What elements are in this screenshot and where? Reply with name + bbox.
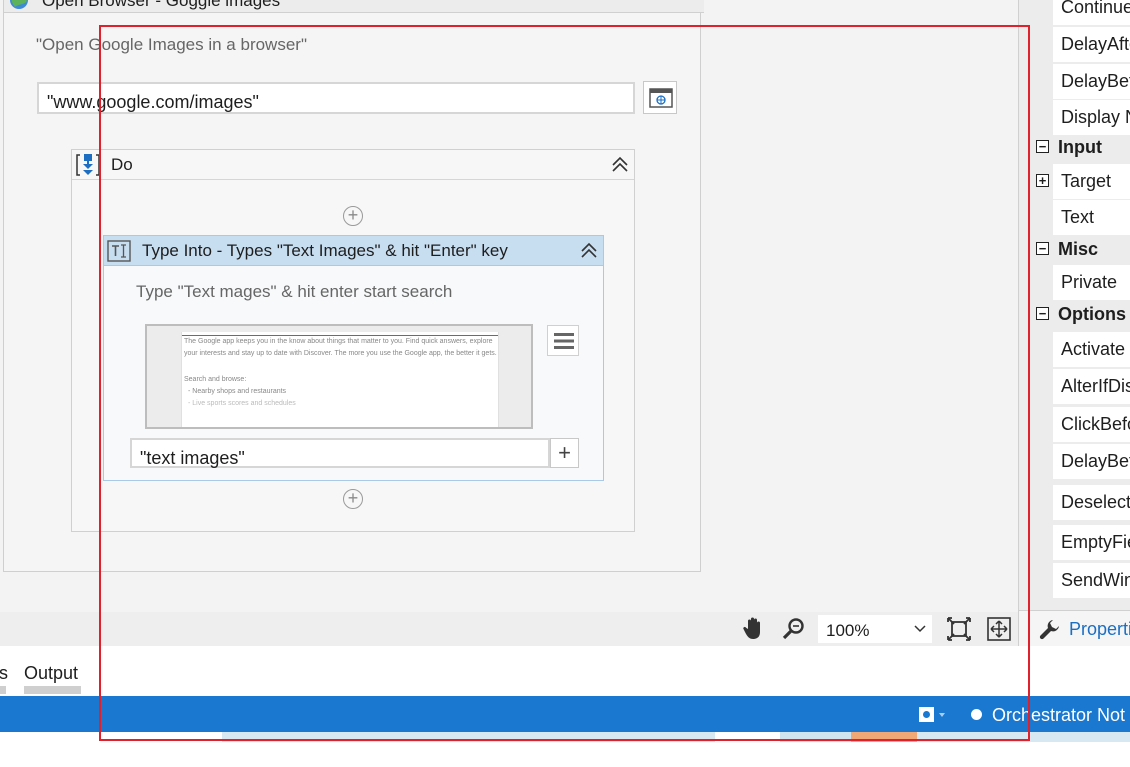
category-misc[interactable]: − Misc: [1019, 234, 1130, 266]
do-title: Do: [111, 155, 133, 174]
overview-icon[interactable]: [987, 617, 1011, 641]
url-value: "www.google.com/images": [47, 92, 259, 112]
url-input[interactable]: "www.google.com/images": [37, 82, 635, 114]
property-send-window-messages[interactable]: SendWindowMessages: [1053, 563, 1130, 599]
property-deselect[interactable]: Deselect: [1053, 485, 1130, 521]
collapse-icon[interactable]: [580, 242, 598, 260]
property-alter-if-disabled[interactable]: AlterIfDisabled: [1053, 369, 1130, 405]
hamburger-menu-icon: [554, 333, 574, 349]
type-into-annotation: Type "Text mages" & hit enter start sear…: [136, 282, 453, 301]
type-into-icon: [107, 240, 131, 262]
preview-line: Search and browse:: [184, 376, 247, 383]
properties-tab[interactable]: Properties: [1019, 610, 1130, 646]
browser-window-icon: [649, 88, 673, 108]
orchestrator-status-dot-icon: [971, 709, 982, 720]
text-input[interactable]: "text images": [130, 438, 550, 468]
preview-line: - Nearby shops and restaurants: [188, 388, 287, 395]
taskbar-segment: [917, 732, 1130, 742]
preview-line: - Live sports scores and schedules: [188, 400, 296, 407]
property-empty-field[interactable]: EmptyField: [1053, 525, 1130, 561]
globe-icon: [10, 0, 28, 9]
orchestrator-status[interactable]: Orchestrator Not: [992, 705, 1125, 726]
tab-partial-indicator: [0, 686, 6, 694]
type-into-header[interactable]: Type Into - Types "Text Images" & hit "E…: [104, 236, 603, 266]
property-delay-between[interactable]: DelayBetween: [1053, 444, 1130, 480]
collapse-box-icon[interactable]: −: [1036, 242, 1049, 255]
chevron-down-icon: [914, 625, 926, 633]
property-delay-after[interactable]: DelayAfter: [1053, 27, 1130, 63]
target-options-button[interactable]: [547, 325, 579, 356]
properties-panel: Continue DelayAfter DelayBefore Display …: [1018, 0, 1130, 646]
plus-icon[interactable]: +: [550, 438, 579, 468]
do-header[interactable]: Do: [72, 150, 634, 180]
collapse-box-icon[interactable]: −: [1036, 307, 1049, 320]
property-target-label: Target: [1061, 171, 1112, 191]
zoom-select[interactable]: 100%: [818, 615, 932, 643]
do-scope-icon: [76, 154, 100, 176]
add-activity-top-icon[interactable]: +: [343, 206, 363, 226]
tab-partial[interactable]: s: [0, 663, 8, 684]
add-activity-bottom-icon[interactable]: +: [343, 489, 363, 509]
taskbar-segment: [780, 732, 851, 742]
category-misc-label: Misc: [1058, 239, 1099, 259]
expand-box-icon[interactable]: +: [1036, 174, 1049, 187]
property-display-name[interactable]: Display N: [1053, 100, 1130, 136]
preview-line: your interests and stay up to date with …: [184, 350, 497, 357]
property-delay-before[interactable]: DelayBefore: [1053, 64, 1130, 100]
property-activate[interactable]: Activate: [1053, 332, 1130, 368]
category-input[interactable]: − Input: [1019, 132, 1130, 164]
designer-canvas[interactable]: Open Browser - Goggle images "Open Googl…: [0, 0, 1018, 612]
browser-indicate-button[interactable]: [643, 81, 677, 114]
property-text[interactable]: Text: [1053, 200, 1130, 236]
bottom-panel-tabs: s Output: [0, 646, 1018, 696]
property-continue[interactable]: Continue: [1053, 0, 1130, 26]
taskbar-segment: [222, 732, 715, 742]
fit-to-screen-icon[interactable]: [947, 617, 971, 641]
property-click-before[interactable]: ClickBefore: [1053, 407, 1130, 443]
taskbar-segment: [851, 732, 917, 742]
category-options-label: Options: [1058, 304, 1126, 324]
zoom-magnifier-icon[interactable]: [782, 617, 806, 641]
status-bar: Orchestrator Not: [0, 696, 1130, 732]
zoom-value: 100%: [826, 621, 870, 640]
type-into-title: Type Into - Types "Text Images" & hit "E…: [142, 241, 508, 260]
preview-line: The Google app keeps you in the know abo…: [184, 338, 493, 345]
open-browser-title: Open Browser - Goggle images: [42, 0, 281, 10]
taskbar-strip: [0, 732, 1130, 767]
tab-output[interactable]: Output: [24, 663, 78, 684]
preview-page: The Google app keeps you in the know abo…: [181, 332, 499, 427]
canvas-toolbar: 100%: [0, 612, 1018, 646]
open-browser-annotation: "Open Google Images in a browser": [36, 35, 307, 54]
category-options[interactable]: − Options: [1019, 299, 1130, 331]
screenshot-preview[interactable]: The Google app keeps you in the know abo…: [145, 324, 533, 429]
category-input-label: Input: [1058, 137, 1102, 157]
properties-tab-label: Properties: [1069, 619, 1130, 639]
hand-pan-icon[interactable]: [742, 615, 766, 641]
property-private[interactable]: Private: [1053, 265, 1130, 301]
property-target[interactable]: Target: [1053, 164, 1130, 200]
source-control-icon[interactable]: [918, 706, 946, 724]
collapse-box-icon[interactable]: −: [1036, 140, 1049, 153]
wrench-icon: [1039, 620, 1059, 640]
tab-output-indicator: [24, 686, 81, 694]
text-value: "text images": [140, 448, 245, 468]
collapse-icon[interactable]: [611, 156, 629, 174]
open-browser-header[interactable]: Open Browser - Goggle images: [4, 0, 704, 13]
preview-red-line: [182, 335, 498, 336]
